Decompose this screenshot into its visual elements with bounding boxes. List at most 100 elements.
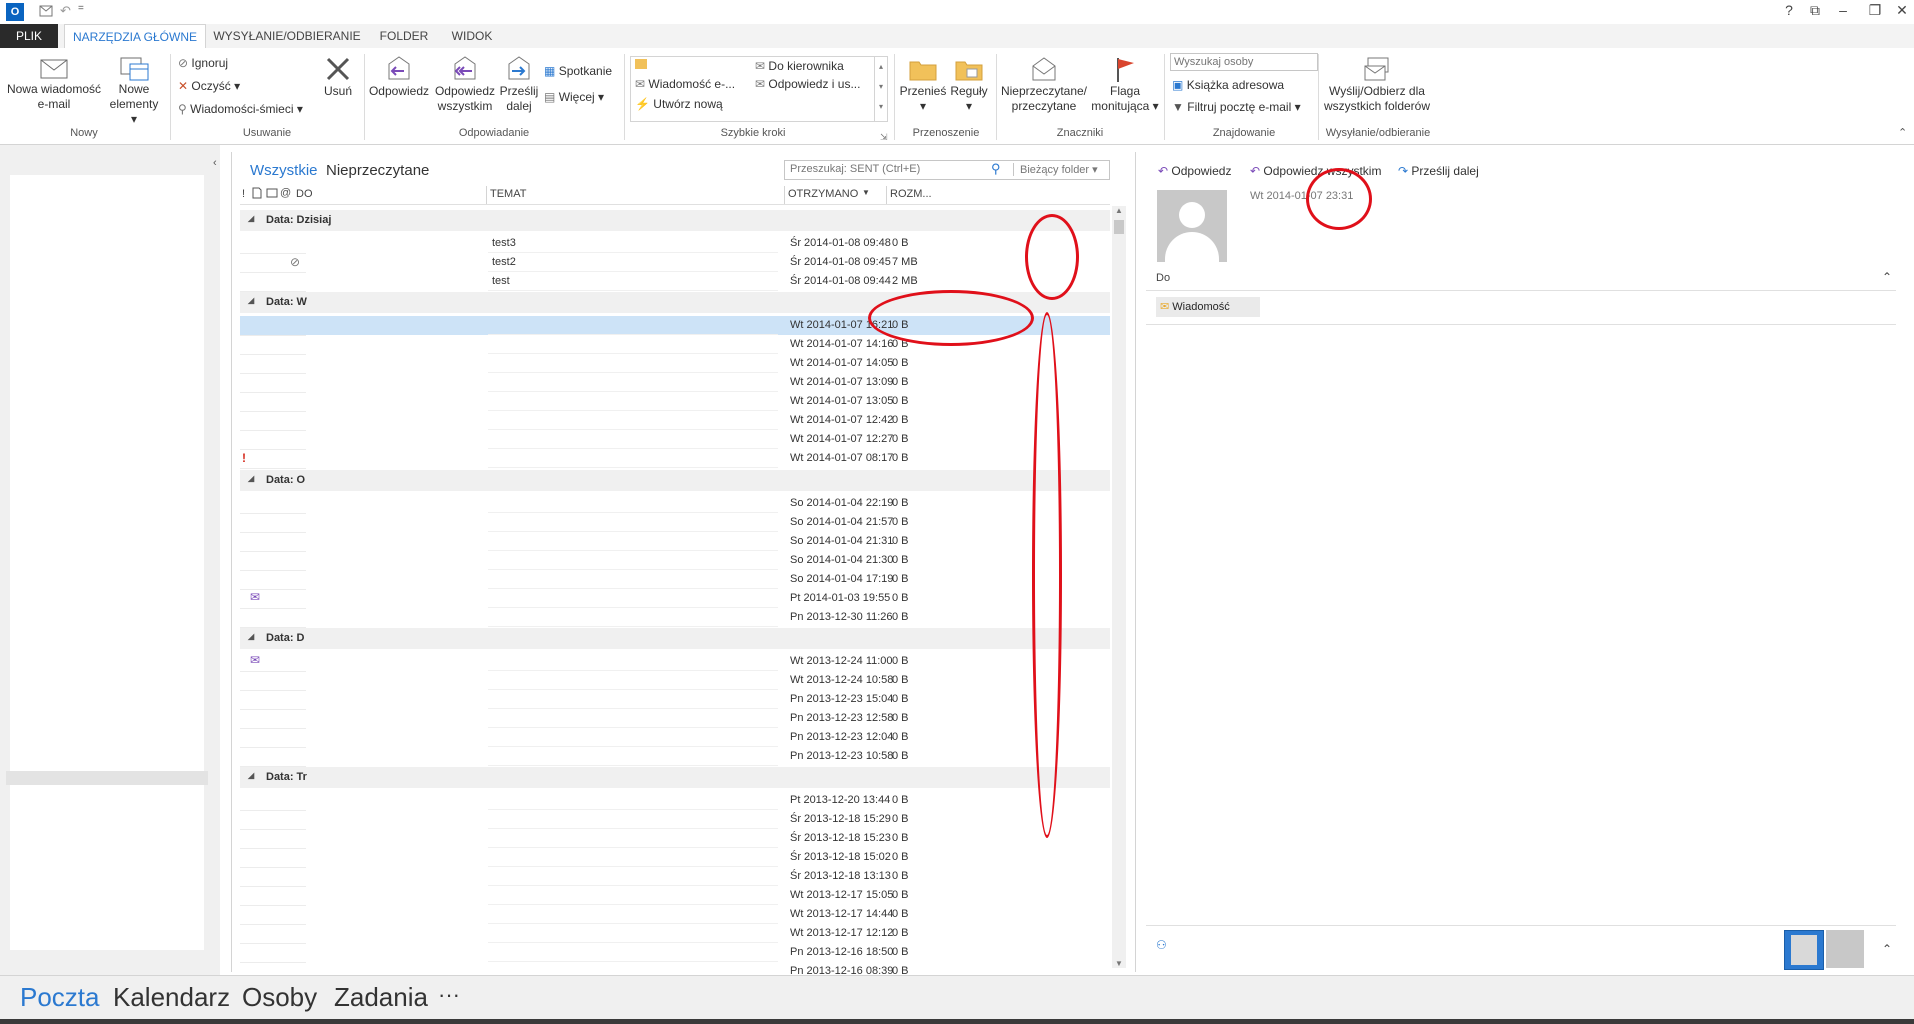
forward-button[interactable]: Prześlij dalej — [498, 54, 540, 114]
column-reminder-header[interactable] — [266, 187, 278, 202]
people-pane-avatar-selected[interactable] — [1784, 930, 1824, 970]
search-box[interactable]: Przeszukaj: SENT (Ctrl+E) ⚲ Bieżący fold… — [784, 160, 1110, 180]
message-row[interactable]: Wt 2014-01-07 13:09 0 B — [240, 373, 1110, 393]
junk-button[interactable]: ⚲ Wiadomości-śmieci ▾ — [178, 102, 303, 117]
send-receive-all-button[interactable]: Wyślij/Odbierz dla wszystkich folderów — [1320, 54, 1434, 114]
list-scrollbar-thumb[interactable] — [1114, 220, 1124, 234]
message-row[interactable]: So 2014-01-04 22:19 0 B — [240, 494, 1110, 514]
message-row[interactable]: Śr 2013-12-18 15:29 0 B — [240, 810, 1110, 830]
message-row[interactable]: Pn 2013-12-16 18:50 0 B — [240, 943, 1110, 963]
column-received[interactable]: OTRZYMANO — [788, 188, 858, 200]
ribbon-display-icon[interactable]: ⧉ — [1803, 2, 1827, 19]
column-to[interactable]: DO — [296, 188, 313, 200]
follow-up-flag-button[interactable]: Flaga monitująca ▾ — [1090, 54, 1160, 114]
message-row[interactable]: So 2014-01-04 21:31 0 B — [240, 532, 1110, 552]
quick-step-reply-delete[interactable]: ✉ Odpowiedz i us... — [755, 77, 860, 92]
people-pane-icon[interactable]: ⚇ — [1156, 938, 1167, 952]
message-row[interactable]: Pn 2013-12-23 10:58 0 B — [240, 747, 1110, 767]
filter-unread-tab[interactable]: Nieprzeczytane — [326, 162, 429, 179]
quick-step-create-new[interactable]: ⚡ Utwórz nową — [635, 97, 723, 112]
reply-button[interactable]: Odpowiedz — [366, 54, 432, 99]
column-importance[interactable]: ! — [242, 188, 245, 200]
message-row[interactable]: So 2014-01-04 21:57 0 B — [240, 513, 1110, 533]
nav-more-icon[interactable]: ··· — [438, 982, 460, 1008]
quick-steps-scroll[interactable]: ▴ ▾ ▾ — [874, 57, 887, 121]
message-row[interactable]: So 2014-01-04 21:30 0 B — [240, 551, 1110, 571]
search-input[interactable]: Przeszukaj: SENT (Ctrl+E) — [790, 163, 920, 175]
message-row[interactable]: Śr 2013-12-18 13:13 0 B — [240, 867, 1110, 887]
collapse-group-icon[interactable]: ◢ — [248, 771, 254, 780]
quick-step-to-manager[interactable]: ✉ Do kierownika — [755, 59, 844, 74]
message-row[interactable]: Pn 2013-12-23 12:58 0 B — [240, 709, 1110, 729]
collapse-ribbon-icon[interactable]: ⌃ — [1898, 126, 1907, 141]
message-row[interactable]: Wt 2013-12-24 10:58 0 B — [240, 671, 1110, 691]
rules-button[interactable]: Reguły ▾ — [946, 54, 992, 114]
group-header[interactable]: ◢ Data: Tr — [240, 767, 1110, 788]
help-icon[interactable]: ? — [1777, 2, 1801, 18]
message-row[interactable]: Wt 2014-01-07 08:17 0 B! — [240, 449, 1110, 469]
move-button[interactable]: Przenieś ▾ — [898, 54, 948, 114]
maximize-icon[interactable]: ❐ — [1863, 2, 1887, 19]
collapse-group-icon[interactable]: ◢ — [248, 632, 254, 641]
nav-mail[interactable]: Poczta — [20, 982, 100, 1013]
reply-all-button[interactable]: Odpowiedz wszystkim — [430, 54, 500, 114]
message-row[interactable]: Wt 2014-01-07 13:05 0 B — [240, 392, 1110, 412]
message-row[interactable]: Wt 2013-12-17 15:05 0 B — [240, 886, 1110, 906]
undo-icon[interactable]: ↶ — [60, 3, 71, 21]
group-header[interactable]: ◢ Data: D — [240, 628, 1110, 649]
message-row[interactable]: test3 Śr 2014-01-08 09:48 0 B — [240, 234, 1110, 254]
collapse-group-icon[interactable]: ◢ — [248, 474, 254, 483]
message-row[interactable]: Śr 2013-12-18 15:23 0 B — [240, 829, 1110, 849]
message-row[interactable]: Pt 2013-12-20 13:44 0 B — [240, 791, 1110, 811]
people-pane-avatar[interactable] — [1826, 930, 1864, 968]
customize-qat-icon[interactable]: = — [78, 3, 84, 21]
minimize-icon[interactable]: – — [1831, 2, 1855, 18]
folder-item-selected[interactable] — [6, 771, 208, 785]
unread-read-button[interactable]: Nieprzeczytane/ przeczytane — [998, 54, 1090, 114]
quick-step-team-email[interactable]: ✉ Wiadomość e-... — [635, 77, 735, 92]
new-email-button[interactable]: Nowa wiadomość e-mail — [2, 54, 106, 112]
tab-file[interactable]: PLIK — [0, 24, 58, 48]
message-row[interactable]: So 2014-01-04 17:19 0 B — [240, 570, 1110, 590]
message-row[interactable]: Wt 2013-12-17 14:44 0 B — [240, 905, 1110, 925]
message-row[interactable]: test Śr 2014-01-08 09:44 2 MB — [240, 272, 1110, 292]
tab-view[interactable]: WIDOK — [444, 24, 500, 48]
new-items-button[interactable]: Nowe elementy ▾ — [108, 54, 160, 127]
column-subject[interactable]: TEMAT — [490, 188, 526, 200]
attachment-column-icon[interactable]: @ — [280, 187, 291, 199]
search-icon[interactable]: ⚲ — [991, 161, 1001, 177]
message-row[interactable]: Pn 2013-12-30 11:26 0 B — [240, 608, 1110, 628]
folder-list[interactable] — [10, 175, 204, 950]
column-size[interactable]: ROZM... — [890, 188, 932, 200]
tab-home[interactable]: NARZĘDZIA GŁÓWNE — [64, 24, 206, 50]
filter-all-tab[interactable]: Wszystkie — [250, 162, 318, 179]
message-row[interactable]: Wt 2014-01-07 14:05 0 B — [240, 354, 1110, 374]
column-icon-header[interactable] — [252, 187, 262, 202]
message-row[interactable]: test2 Śr 2014-01-08 09:45 7 MB ⊘ — [240, 253, 1110, 273]
nav-people[interactable]: Osoby — [242, 982, 317, 1013]
search-people-input[interactable] — [1170, 53, 1318, 71]
filter-email-button[interactable]: ▼ Filtruj pocztę e-mail ▾ — [1172, 100, 1301, 115]
message-row[interactable]: Wt 2014-01-07 12:27 0 B — [240, 430, 1110, 450]
message-row[interactable]: Wt 2013-12-17 12:12 0 B — [240, 924, 1110, 944]
group-header[interactable]: ◢ Data: O — [240, 470, 1110, 491]
send-receive-qat-icon[interactable] — [38, 3, 54, 21]
message-tab[interactable]: ✉ Wiadomość — [1156, 297, 1260, 317]
delete-button[interactable]: Usuń — [316, 54, 360, 99]
clean-up-button[interactable]: ✕ Oczyść ▾ — [178, 79, 240, 94]
collapse-header-icon[interactable]: ⌃ — [1882, 270, 1892, 284]
message-row[interactable]: Śr 2013-12-18 15:02 0 B — [240, 848, 1110, 868]
collapse-group-icon[interactable]: ◢ — [248, 214, 254, 223]
nav-tasks[interactable]: Zadania — [334, 982, 428, 1013]
message-row[interactable]: Pt 2014-01-03 19:55 0 B ✉ — [240, 589, 1110, 609]
tab-send-receive[interactable]: WYSYŁANIE/ODBIERANIE — [212, 24, 362, 48]
scroll-down-icon[interactable]: ▼ — [1115, 959, 1123, 968]
quick-steps-launcher-icon[interactable]: ⇲ — [880, 130, 888, 145]
message-row[interactable]: Pn 2013-12-23 15:04 0 B — [240, 690, 1110, 710]
search-scope-dropdown[interactable]: Bieżący folder ▾ — [1013, 163, 1098, 176]
collapse-group-icon[interactable]: ◢ — [248, 296, 254, 305]
message-row[interactable]: Wt 2013-12-24 11:00 0 B ✉ — [240, 652, 1110, 672]
reading-reply-button[interactable]: ↶ Odpowiedz — [1158, 164, 1231, 179]
nav-calendar[interactable]: Kalendarz — [113, 982, 230, 1013]
more-respond-button[interactable]: ▤ Więcej ▾ — [544, 90, 604, 105]
